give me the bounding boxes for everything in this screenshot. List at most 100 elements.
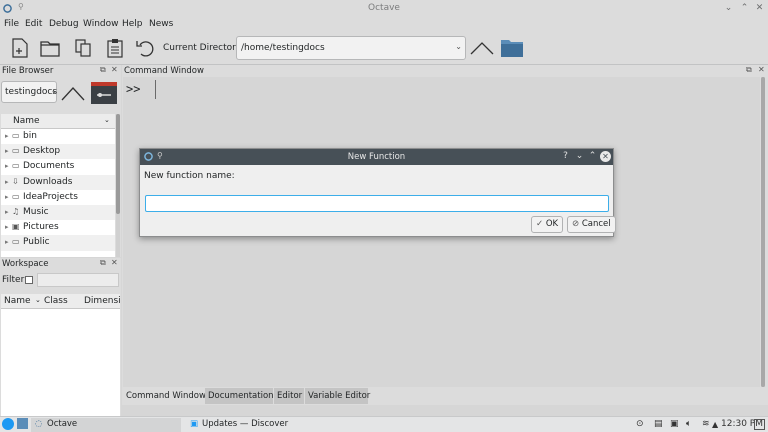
menubar: File Edit Debug Window Help News [0, 17, 768, 33]
ok-button-label: OK [545, 219, 559, 229]
task-octave[interactable]: ◌ Octave [31, 418, 181, 432]
check-icon: ✓ [536, 219, 544, 229]
file-browser-path: testingdocs [5, 87, 58, 97]
file-browser-panel: File Browser ⧉ ✕ testingdocs ⌄ Name ⌄ ▸ ▭… [0, 65, 121, 257]
column-class[interactable]: Class [44, 296, 68, 306]
panel-close-icon[interactable]: ✕ [758, 65, 765, 74]
menu-debug[interactable]: Debug [49, 19, 79, 29]
file-browser-list: Name ⌄ ▸ ▭ bin ▸ ▭ Desktop ▸ ▭ Documents ▸ ⇩ Dow… [1, 114, 115, 257]
network-icon[interactable]: ⊙ [636, 418, 644, 431]
window-titlebar: ⚲ Octave ⌄ ⌃ ✕ [0, 0, 768, 17]
expand-icon[interactable]: ▸ [5, 238, 9, 246]
list-item-label: Documents [23, 161, 75, 172]
browse-folder-icon[interactable] [500, 37, 524, 59]
list-item-label: Pictures [23, 222, 59, 233]
tab-variable-editor[interactable]: Variable Editor [305, 388, 370, 404]
maximize-icon[interactable]: ⌃ [739, 3, 750, 14]
filter-input[interactable] [37, 273, 119, 287]
column-dimension[interactable]: Dimensic [84, 296, 120, 306]
open-folder-icon[interactable] [39, 37, 61, 59]
panel-close-icon[interactable]: ✕ [111, 65, 118, 74]
menu-help[interactable]: Help [122, 19, 143, 29]
workspace-table-header: Name ⌄ Class Dimensic [1, 294, 120, 309]
tab-command-window[interactable]: Command Window [123, 388, 206, 404]
undock-icon[interactable]: ⧉ [100, 258, 106, 268]
filter-label: Filter [2, 275, 25, 285]
task-discover[interactable]: ▣ Updates — Discover [188, 418, 340, 432]
sort-indicator-icon: ⌄ [35, 296, 41, 304]
filter-checkbox[interactable] [25, 276, 33, 284]
list-item[interactable]: ▸ ▣ Pictures [1, 220, 115, 235]
tab-editor[interactable]: Editor [274, 388, 304, 404]
show-desktop-icon[interactable] [17, 418, 28, 429]
expand-icon[interactable]: ▸ [5, 147, 9, 155]
parent-directory-icon[interactable] [60, 83, 86, 103]
column-name[interactable]: Name [4, 296, 31, 306]
tab-documentation[interactable]: Documentation [205, 388, 274, 404]
undock-icon[interactable]: ⧉ [746, 65, 752, 75]
workspace-title: Workspace [2, 259, 49, 269]
help-icon[interactable]: ? [560, 151, 571, 162]
list-item-label: Public [23, 237, 50, 248]
copy-icon[interactable] [72, 37, 94, 59]
updates-icon[interactable]: ▣ [670, 418, 679, 431]
column-name: Name [13, 116, 40, 126]
undock-icon[interactable]: ⧉ [100, 65, 106, 75]
menu-file[interactable]: File [4, 19, 19, 29]
list-item[interactable]: ▸ ⇩ Downloads [1, 174, 115, 190]
minimize-icon[interactable]: ⌄ [574, 151, 585, 162]
list-item[interactable]: ▸ ▭ Desktop [1, 144, 115, 160]
menu-edit[interactable]: Edit [25, 19, 42, 29]
panel-close-icon[interactable]: ✕ [111, 258, 118, 267]
tray-arrow-icon[interactable]: ▲ [712, 418, 718, 431]
undo-icon[interactable] [134, 37, 156, 59]
list-item[interactable]: ▸ ▭ IdeaProjects [1, 190, 115, 205]
clipboard-icon[interactable]: ▤ [654, 418, 663, 431]
folder-icon: ▭ [12, 237, 20, 247]
current-directory-combobox[interactable]: /home/testingdocs ⌄ [236, 36, 466, 60]
function-name-input[interactable] [145, 195, 609, 212]
task-label: Updates — Discover [202, 419, 289, 429]
scrollbar-thumb[interactable] [761, 77, 765, 387]
list-item-label: IdeaProjects [23, 191, 78, 202]
new-function-dialog: ⚲ New Function ? ⌄ ⌃ ✕ New function name… [139, 148, 616, 237]
maximize-icon[interactable]: ⌃ [587, 151, 598, 162]
new-script-icon[interactable] [9, 37, 31, 59]
file-browser-column-header[interactable]: Name ⌄ [1, 114, 115, 129]
desktop-icon: ▭ [12, 146, 20, 156]
expand-icon[interactable]: ▸ [5, 208, 9, 216]
scrollbar-thumb[interactable] [116, 114, 120, 214]
wifi-icon[interactable]: ≋ [702, 418, 710, 431]
menu-window[interactable]: Window [83, 19, 119, 29]
list-item-label: bin [23, 131, 37, 141]
list-item[interactable]: ▸ ▭ Documents [1, 159, 115, 174]
minimize-icon[interactable]: ⌄ [723, 3, 734, 14]
chevron-down-icon[interactable]: ⌄ [455, 42, 462, 51]
menu-news[interactable]: News [149, 19, 173, 29]
peek-desktop-icon[interactable] [754, 419, 765, 430]
expand-icon[interactable]: ▸ [5, 132, 9, 140]
ok-button[interactable]: ✓ OK [531, 216, 564, 233]
chevron-down-icon[interactable]: ⌄ [51, 87, 57, 95]
file-browser-path-combobox[interactable]: testingdocs ⌄ [1, 81, 57, 103]
cancel-button[interactable]: ⊘ Cancel [567, 216, 616, 233]
close-icon[interactable]: ✕ [600, 151, 611, 162]
expand-icon[interactable]: ▸ [5, 162, 9, 170]
list-item[interactable]: ▸ ♫ Music [1, 204, 115, 221]
file-browser-scrollbar[interactable] [116, 114, 120, 257]
expand-icon[interactable]: ▸ [5, 193, 9, 201]
file-browser-settings-icon[interactable] [91, 82, 117, 104]
paste-icon[interactable] [104, 37, 126, 59]
parent-directory-icon[interactable] [470, 37, 494, 59]
list-item[interactable]: ▸ ▭ Public [1, 235, 115, 251]
expand-icon[interactable]: ▸ [5, 178, 9, 186]
text-cursor [155, 80, 156, 99]
expand-icon[interactable]: ▸ [5, 223, 9, 231]
list-item[interactable]: ▸ ▭ bin [1, 129, 115, 144]
discover-icon: ▣ [190, 419, 199, 429]
command-window-scrollbar[interactable] [761, 77, 765, 387]
application-launcher-icon[interactable] [2, 418, 14, 430]
list-item-label: Music [23, 206, 49, 217]
close-icon[interactable]: ✕ [754, 3, 765, 14]
volume-icon[interactable]: 🔈︎ [686, 418, 691, 431]
